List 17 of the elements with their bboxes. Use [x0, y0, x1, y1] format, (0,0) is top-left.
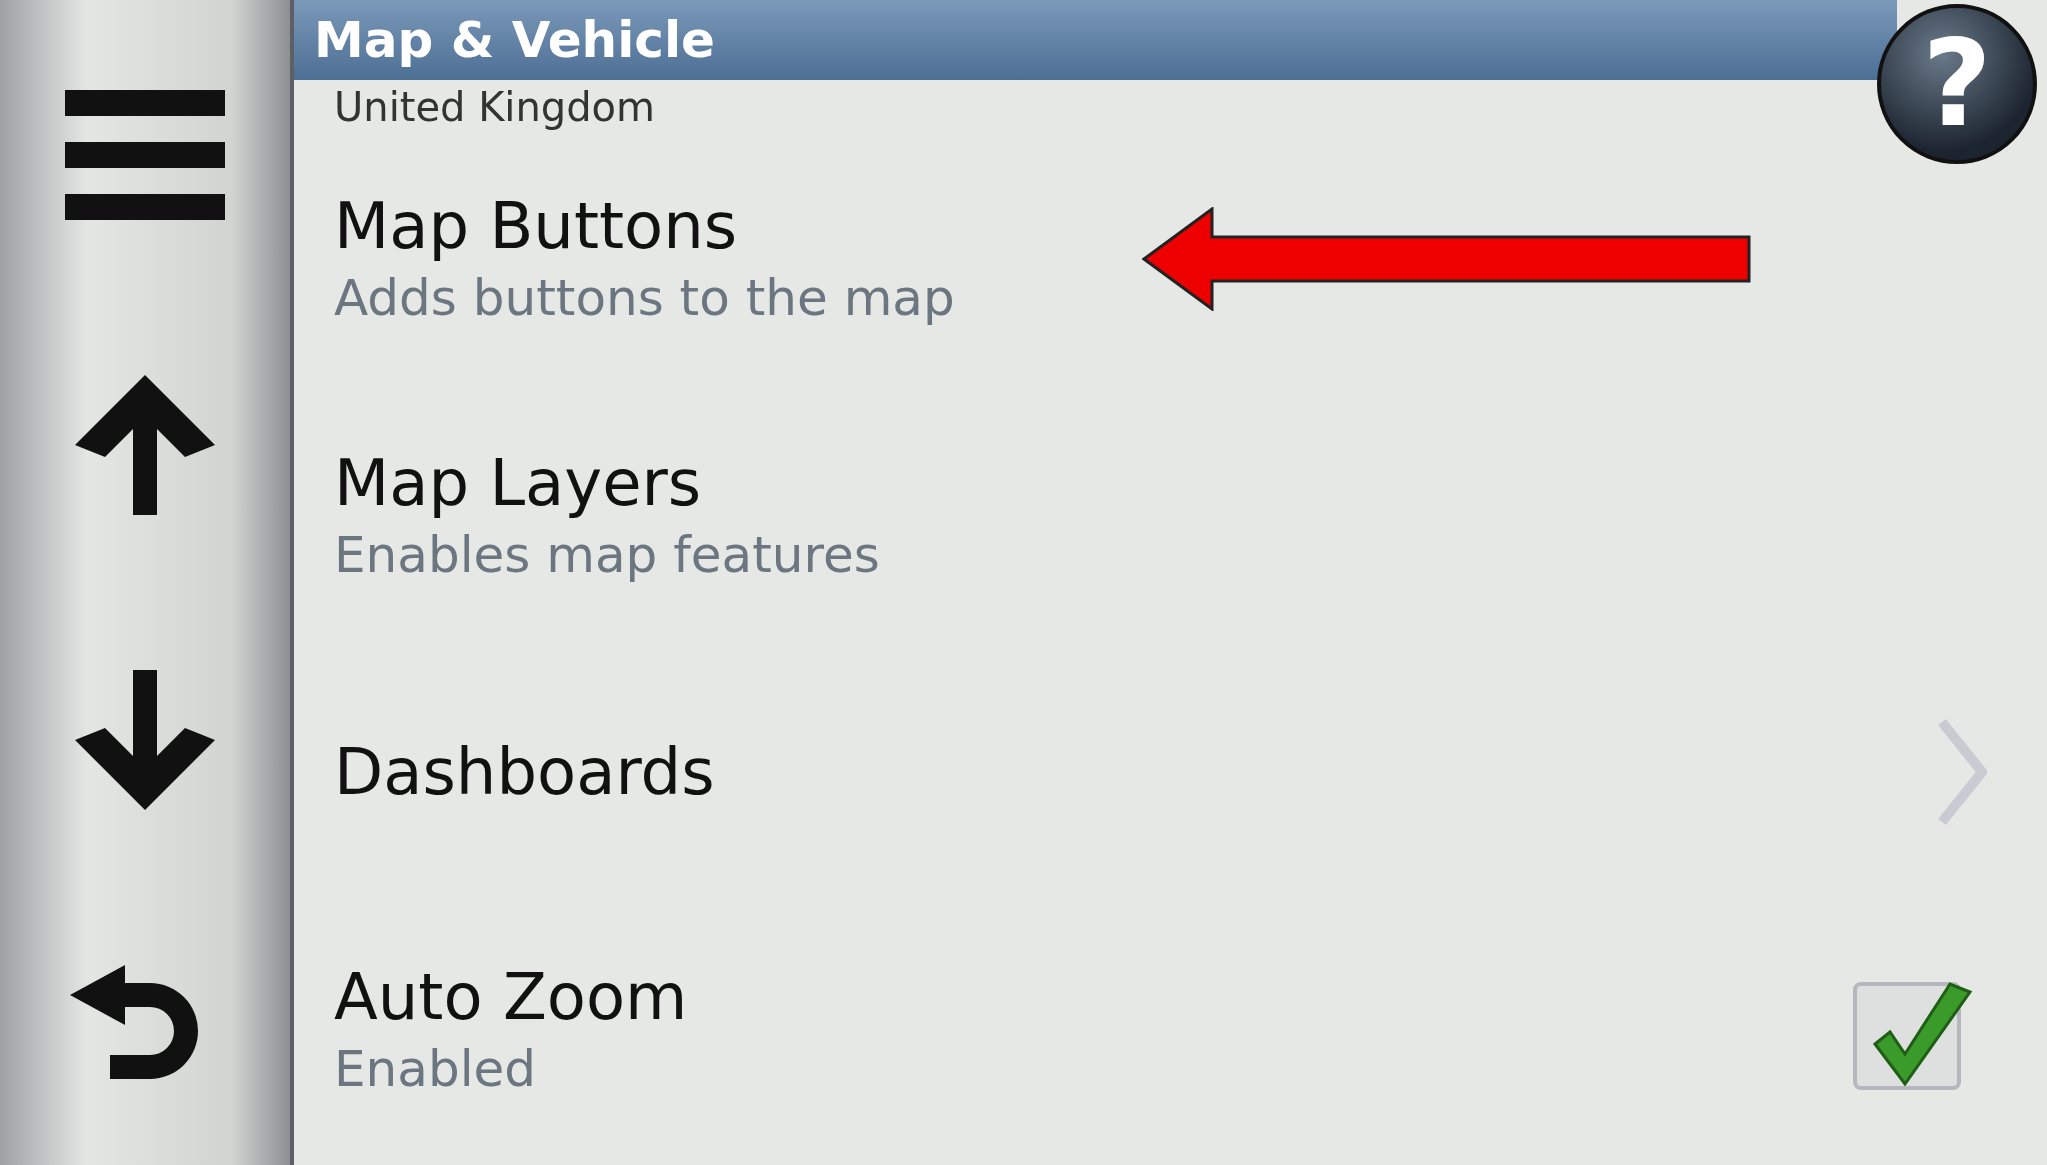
item-title: Map Buttons — [334, 189, 739, 264]
item-subtitle: Adds buttons to the map — [334, 269, 955, 328]
item-title: Auto Zoom — [334, 959, 688, 1034]
item-subtitle: Enabled — [334, 1039, 538, 1098]
menu-item[interactable]: Auto Zoom Enabled — [334, 900, 2007, 1157]
up-arrow-icon[interactable] — [75, 375, 215, 515]
down-arrow-icon[interactable] — [75, 670, 215, 810]
item-subtitle: Enables map features — [334, 526, 880, 585]
item-title: Map Layers — [334, 446, 703, 521]
menu-icon[interactable] — [65, 90, 225, 220]
item-title: Dashboards — [334, 734, 715, 809]
menu-item[interactable]: Map Layers Enables map features — [334, 386, 2007, 644]
screen-title: Map & Vehicle — [314, 11, 715, 69]
menu-item[interactable]: Dashboards — [334, 643, 2007, 901]
help-button[interactable]: ? — [1877, 4, 2037, 164]
item-subtitle-text: United Kingdom — [334, 83, 656, 130]
chevron-right-icon — [1937, 716, 1987, 827]
